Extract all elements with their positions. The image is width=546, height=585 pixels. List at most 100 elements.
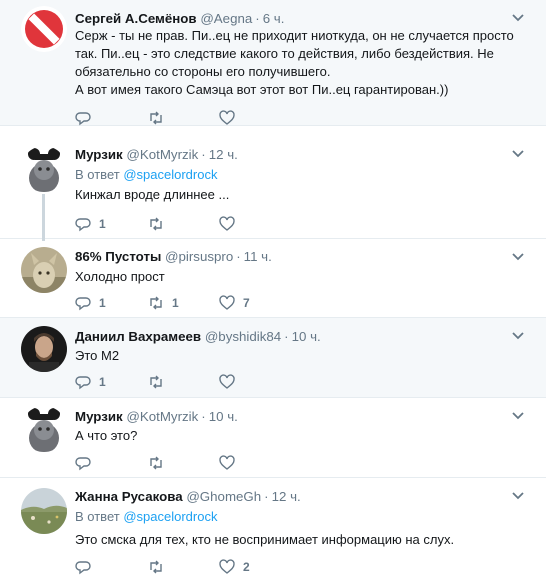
retweet-button[interactable]: 1 — [148, 295, 179, 311]
man-portrait-avatar-icon — [21, 326, 67, 372]
tweet[interactable]: Жанна Русакова @GhomeGh · 12 ч. В ответ @s… — [0, 478, 546, 585]
tweet-time[interactable]: 10 ч. — [292, 329, 321, 344]
reply-icon — [75, 218, 91, 232]
like-count: 7 — [243, 296, 250, 310]
author-name[interactable]: 86% Пустоты — [75, 249, 161, 264]
chevron-down-icon[interactable] — [512, 412, 524, 420]
tweet-time[interactable]: 12 ч. — [272, 489, 301, 504]
author-handle[interactable]: @byshidik84 — [205, 329, 281, 344]
reply-to-link[interactable]: @spacelordrock — [123, 509, 217, 524]
avatar[interactable] — [21, 326, 67, 372]
heart-icon — [219, 455, 235, 470]
tweet-time[interactable]: 12 ч. — [209, 147, 238, 162]
tweet-header: Мурзик @KotMyrzik · 10 ч. — [75, 408, 238, 425]
reply-to-link[interactable]: @spacelordrock — [123, 167, 217, 182]
author-name[interactable]: Сергей А.Семёнов — [75, 11, 197, 26]
tweet-header: Жанна Русакова @GhomeGh · 12 ч. — [75, 488, 301, 505]
author-handle[interactable]: @KotMyrzik — [126, 409, 198, 424]
retweet-icon — [150, 111, 162, 125]
tweet-text: Кинжал вроде длиннее ... — [75, 187, 230, 202]
separator-dot: · — [255, 11, 260, 26]
separator-dot: · — [264, 489, 269, 504]
reply-button[interactable] — [75, 110, 99, 126]
tweet-text: А что это? — [75, 428, 138, 443]
tweet-header: Сергей А.Семёнов @Aegna · 6 ч. — [75, 10, 284, 27]
reply-count: 1 — [99, 375, 106, 389]
like-button[interactable] — [219, 374, 243, 390]
reply-count: 1 — [99, 296, 106, 310]
avatar[interactable] — [21, 247, 67, 293]
chevron-down-icon[interactable] — [512, 150, 524, 158]
avatar[interactable] — [21, 488, 67, 534]
author-handle[interactable]: @GhomeGh — [186, 489, 261, 504]
tweet-text: Это смска для тех, кто не воспринимает и… — [75, 532, 455, 547]
animal-avatar-icon — [21, 247, 67, 293]
reply-context: В ответ @spacelordrock — [75, 509, 217, 524]
thread-line — [42, 194, 45, 241]
reply-icon — [75, 112, 91, 126]
tweet-actions: 1 — [75, 216, 375, 234]
like-button[interactable]: 2 — [219, 559, 250, 575]
tweet-header: Даниил Вахрамеев @byshidik84 · 10 ч. — [75, 328, 321, 345]
reply-icon — [75, 297, 91, 311]
author-name[interactable]: Мурзик — [75, 147, 123, 162]
separator-dot: · — [284, 329, 289, 344]
landscape-avatar-icon — [21, 488, 67, 534]
chevron-down-icon[interactable] — [512, 253, 524, 261]
tweet-header: 86% Пустоты @pirsuspro · 11 ч. — [75, 248, 272, 265]
retweet-count: 1 — [172, 296, 179, 310]
author-handle[interactable]: @Aegna — [200, 11, 252, 26]
chevron-down-icon[interactable] — [512, 332, 524, 340]
avatar[interactable] — [21, 6, 67, 52]
tweet-actions — [75, 110, 375, 128]
retweet-button[interactable] — [148, 455, 172, 471]
reply-button[interactable]: 1 — [75, 374, 106, 390]
tweet[interactable]: Мурзик @KotMyrzik · 10 ч. А что это? — [0, 398, 546, 478]
retweet-button[interactable] — [148, 216, 172, 232]
reply-button[interactable]: 1 — [75, 295, 106, 311]
red-stop-sign-avatar-icon — [21, 6, 67, 52]
tweet-time[interactable]: 11 ч. — [244, 249, 272, 264]
retweet-button[interactable] — [148, 374, 172, 390]
author-name[interactable]: Даниил Вахрамеев — [75, 329, 201, 344]
reply-button[interactable] — [75, 559, 99, 575]
separator-dot: · — [236, 249, 241, 264]
retweet-button[interactable] — [148, 110, 172, 126]
like-button[interactable]: 7 — [219, 295, 250, 311]
author-name[interactable]: Мурзик — [75, 409, 123, 424]
cat-avatar-icon — [21, 406, 67, 452]
author-name[interactable]: Жанна Русакова — [75, 489, 183, 504]
tweet[interactable]: Даниил Вахрамеев @byshidik84 · 10 ч. Это М… — [0, 318, 546, 398]
retweet-icon — [150, 217, 162, 231]
reply-icon — [75, 561, 91, 575]
like-button[interactable] — [219, 455, 243, 471]
avatar[interactable] — [21, 146, 67, 192]
like-button[interactable] — [219, 110, 243, 126]
reply-button[interactable]: 1 — [75, 216, 106, 232]
reply-context: В ответ @spacelordrock — [75, 167, 217, 182]
tweet[interactable]: 86% Пустоты @pirsuspro · 11 ч. Холодно про… — [0, 239, 546, 318]
tweet-header: Мурзик @KotMyrzik · 12 ч. — [75, 146, 238, 163]
heart-icon — [219, 295, 235, 310]
retweet-button[interactable] — [148, 559, 172, 575]
tweet[interactable]: Сергей А.Семёнов @Aegna · 6 ч. Серж - ты н… — [0, 0, 546, 126]
chevron-down-icon[interactable] — [512, 14, 524, 22]
tweet-feed: Сергей А.Семёнов @Aegna · 6 ч. Серж - ты н… — [0, 0, 546, 585]
tweet[interactable]: Мурзик @KotMyrzik · 12 ч. В ответ @spacelo… — [0, 136, 546, 241]
retweet-icon — [150, 375, 162, 389]
separator-dot: · — [201, 409, 206, 424]
retweet-icon — [150, 560, 162, 574]
like-count: 2 — [243, 560, 250, 574]
heart-icon — [219, 110, 235, 125]
author-handle[interactable]: @pirsuspro — [165, 249, 233, 264]
like-button[interactable] — [219, 216, 243, 232]
reply-button[interactable] — [75, 455, 99, 471]
author-handle[interactable]: @KotMyrzik — [126, 147, 198, 162]
cat-avatar-icon — [21, 146, 67, 192]
reply-count: 1 — [99, 217, 106, 231]
avatar[interactable] — [21, 406, 67, 452]
tweet-time[interactable]: 6 ч. — [263, 11, 285, 26]
chevron-down-icon[interactable] — [512, 492, 524, 500]
reply-icon — [75, 457, 91, 471]
tweet-time[interactable]: 10 ч. — [209, 409, 238, 424]
